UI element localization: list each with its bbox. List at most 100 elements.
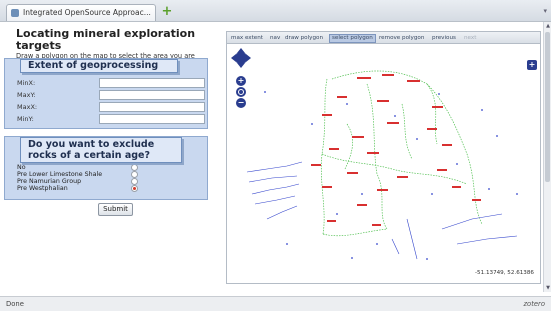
minx-input[interactable] — [99, 78, 205, 88]
label-mark — [472, 199, 481, 201]
radio-pre-namurian-group[interactable] — [131, 178, 138, 185]
status-text: Done — [6, 300, 24, 308]
feature-labels — [311, 74, 481, 226]
label-mark — [327, 220, 336, 222]
nav-button[interactable]: nav — [268, 34, 282, 43]
maxy-label: MaxY: — [17, 91, 36, 99]
fault-line — [456, 235, 518, 245]
zoom-out-button[interactable]: − — [236, 98, 246, 108]
option-pre-westphalian[interactable]: Pre Westphalian — [17, 185, 207, 192]
option-pre-lower-limestone-shale[interactable]: Pre Lower Limestone Shale — [17, 171, 207, 178]
miny-label: MinY: — [17, 115, 34, 123]
pan-arrows-icon[interactable] — [231, 48, 251, 68]
fault-line — [251, 183, 300, 195]
label-mark — [367, 152, 379, 154]
map-point — [426, 258, 428, 260]
fault-line — [391, 238, 400, 255]
label-mark — [397, 176, 408, 178]
map-point — [516, 193, 518, 195]
pan-control[interactable] — [231, 48, 251, 68]
browser-tab[interactable]: Integrated OpenSource Approac... — [6, 4, 156, 21]
miny-input[interactable] — [99, 114, 205, 124]
age-exclusion-heading: Do you want to exclude rocks of a certai… — [20, 137, 182, 163]
minx-row: MinX: — [17, 78, 207, 88]
map-point — [481, 109, 483, 111]
label-mark — [357, 77, 371, 79]
minx-label: MinX: — [17, 79, 36, 87]
fault-line — [248, 175, 298, 183]
fault-line — [266, 205, 298, 220]
geology-boundaries — [320, 70, 483, 237]
browser-status-bar: Done zotero — [0, 296, 551, 311]
option-label: Pre Namurian Group — [17, 178, 82, 185]
radio-pre-lower-limestone-shale[interactable] — [131, 171, 138, 178]
browser-tab-title: Integrated OpenSource Approac... — [23, 8, 151, 17]
label-mark — [442, 144, 452, 146]
page-favicon-icon — [11, 9, 19, 17]
fault-line — [441, 213, 503, 230]
map-point — [488, 188, 490, 190]
map-viewer[interactable]: max extent nav draw polygon select polyg… — [226, 31, 541, 284]
map-point — [376, 243, 378, 245]
draw-polygon-button[interactable]: draw polygon — [283, 34, 325, 43]
fault-line — [406, 218, 418, 260]
browser-window: Integrated OpenSource Approac... + ▾ Loc… — [0, 0, 551, 311]
map-point — [361, 193, 363, 195]
label-mark — [452, 186, 461, 188]
map-point — [416, 138, 418, 140]
next-button[interactable]: next — [462, 34, 478, 43]
page-title: Locating mineral exploration targets — [16, 27, 196, 52]
label-mark — [387, 122, 399, 124]
label-mark — [432, 106, 443, 108]
select-polygon-button[interactable]: select polygon — [329, 34, 376, 43]
map-canvas[interactable] — [227, 44, 541, 284]
zoom-in-button[interactable]: + — [236, 76, 246, 86]
extent-heading: Extent of geoprocessing — [20, 59, 178, 73]
label-mark — [407, 80, 420, 82]
option-label: Pre Lower Limestone Shale — [17, 171, 103, 178]
map-point — [336, 213, 338, 215]
label-mark — [311, 164, 321, 166]
map-point — [264, 91, 266, 93]
label-mark — [352, 136, 364, 138]
label-mark — [337, 96, 347, 98]
option-label: No — [17, 164, 26, 171]
map-point — [431, 193, 433, 195]
radio-no[interactable] — [131, 164, 138, 171]
label-mark — [437, 169, 447, 171]
tab-list-dropdown-icon[interactable]: ▾ — [543, 7, 547, 15]
browser-tab-bar: Integrated OpenSource Approac... + ▾ — [0, 0, 551, 22]
max-extent-button[interactable]: max extent — [229, 34, 265, 43]
zoom-level-icon[interactable] — [236, 87, 246, 97]
map-toolbar: max extent nav draw polygon select polyg… — [227, 32, 540, 44]
map-point — [456, 163, 458, 165]
submit-button[interactable]: Submit — [98, 203, 133, 216]
scroll-thumb[interactable] — [545, 32, 550, 182]
scroll-down-icon[interactable]: ▼ — [545, 285, 551, 291]
map-point — [286, 243, 288, 245]
boundary-line — [320, 78, 328, 235]
page-scrollbar[interactable]: ▲ ▼ — [543, 22, 551, 292]
maxx-row: MaxX: — [17, 102, 207, 112]
label-mark — [377, 100, 389, 102]
map-point — [496, 135, 498, 137]
previous-button[interactable]: previous — [430, 34, 458, 43]
remove-polygon-button[interactable]: remove polygon — [377, 34, 426, 43]
label-mark — [382, 74, 394, 76]
scroll-up-icon[interactable]: ▲ — [545, 23, 551, 29]
label-mark — [329, 148, 339, 150]
map-point — [351, 257, 353, 259]
radio-pre-westphalian[interactable] — [131, 185, 138, 192]
new-tab-button[interactable]: + — [160, 5, 174, 19]
option-no[interactable]: No — [17, 164, 207, 171]
zotero-status-button[interactable]: zotero — [523, 299, 545, 309]
fault-line — [246, 161, 303, 173]
layer-switcher-button[interactable]: + — [527, 60, 537, 70]
label-mark — [427, 128, 437, 130]
label-mark — [372, 224, 381, 226]
label-mark — [347, 172, 358, 174]
label-mark — [377, 189, 388, 191]
maxy-input[interactable] — [99, 90, 205, 100]
maxx-input[interactable] — [99, 102, 205, 112]
option-pre-namurian-group[interactable]: Pre Namurian Group — [17, 178, 207, 185]
